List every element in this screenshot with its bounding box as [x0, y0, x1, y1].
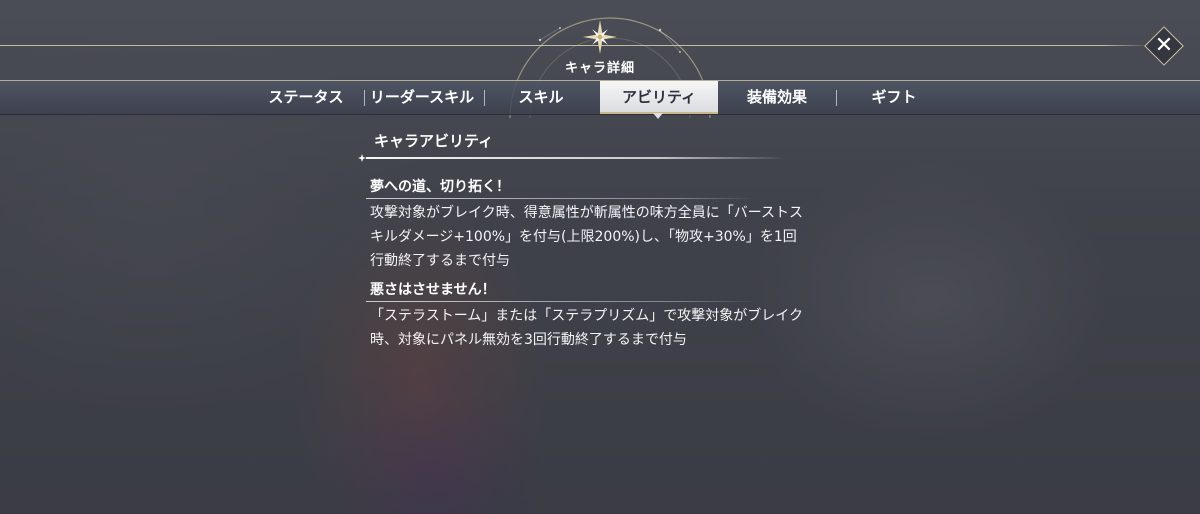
tab-gift[interactable]: ギフト: [848, 81, 940, 114]
tab-separator: [484, 90, 485, 106]
tab-status[interactable]: ステータス: [258, 81, 354, 114]
tab-equipment-effect[interactable]: 装備効果: [730, 81, 824, 114]
page-title: キャラ詳細: [564, 61, 635, 76]
star-emblem-icon: [583, 20, 617, 54]
close-icon: ✕: [1154, 33, 1174, 58]
tab-separator: [836, 90, 837, 106]
section-heading: キャラアビリティ: [374, 132, 494, 150]
section-underline: [358, 154, 788, 162]
section-underline-bar: [366, 157, 786, 159]
ability-name: 悪さはさせません！: [370, 282, 496, 298]
ability-panel: キャラアビリティ 夢への道、切り拓く！ 攻撃対象がブレイク時、得意属性が斬属性の…: [358, 128, 858, 352]
ability-description: 「ステラストーム」または「ステラプリズム」で攻撃対象がブレイク 時、対象にパネル…: [370, 308, 804, 348]
ability-name: 夢への道、切り拓く！: [370, 179, 510, 195]
tab-ability[interactable]: アビリティ: [600, 81, 718, 114]
ability-item: 夢への道、切り拓く！ 攻撃対象がブレイク時、得意属性が斬属性の味方全員に「バース…: [358, 176, 858, 273]
tab-leader-skill[interactable]: リーダースキル: [366, 81, 478, 114]
header-divider-line: [0, 45, 1150, 46]
active-tab-pointer: [653, 113, 663, 119]
tab-bar: ステータス リーダースキル スキル アビリティ 装備効果 ギフト: [0, 80, 1200, 115]
sparkle-icon: [358, 154, 366, 162]
tab-skill[interactable]: スキル: [496, 81, 586, 114]
tab-separator: [364, 90, 365, 106]
ability-item: 悪さはさせません！ 「ステラストーム」または「ステラプリズム」で攻撃対象がブレイ…: [358, 279, 858, 352]
ability-description: 攻撃対象がブレイク時、得意属性が斬属性の味方全員に「バーストス キルダメージ+1…: [370, 205, 804, 269]
close-button[interactable]: ✕: [1144, 26, 1184, 66]
